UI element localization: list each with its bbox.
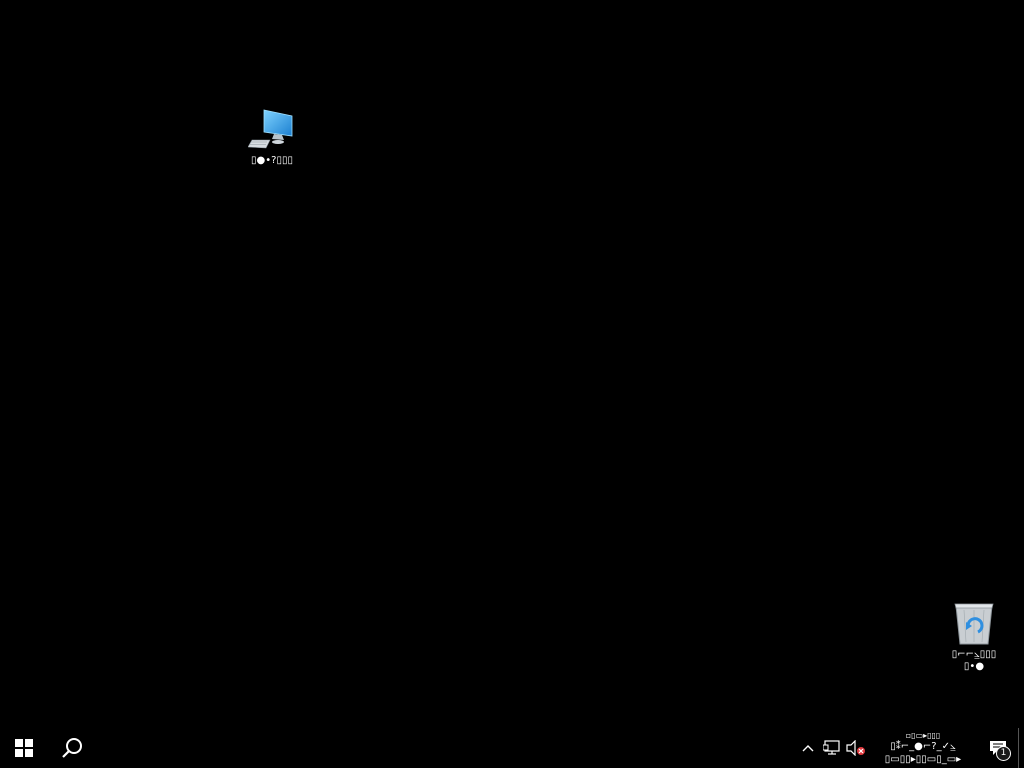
clock[interactable]: ▫▯▭▸▯▯▯ ▯⁑⌐_●⌐?_✓⦥ ▯▭▯▯▸▯▯▭▯_▭▸ bbox=[868, 728, 978, 768]
notification-badge: 1 bbox=[996, 746, 1011, 761]
show-hidden-icons-button[interactable] bbox=[796, 728, 820, 768]
desktop-icon-recycle-bin[interactable]: ▯⌐⌐⦥▯▯▯ ▯•● bbox=[936, 600, 1012, 673]
clock-date: ▯▭▯▯▸▯▯▭▯_▭▸ bbox=[884, 753, 962, 765]
taskbar: ▫▯▭▸▯▯▯ ▯⁑⌐_●⌐?_✓⦥ ▯▭▯▯▸▯▯▭▯_▭▸ 1 bbox=[0, 728, 1024, 768]
clock-top-line: ▫▯▭▸▯▯▯ bbox=[905, 730, 941, 740]
desktop-icon-label: ▯●•?▯▯▯ bbox=[251, 155, 293, 166]
network-button[interactable] bbox=[820, 728, 844, 768]
computer-icon bbox=[248, 106, 296, 154]
clock-time: ▯⁑⌐_●⌐?_✓⦥ bbox=[890, 740, 956, 752]
desktop-icon-this-pc[interactable]: ▯●•?▯▯▯ bbox=[234, 106, 310, 167]
start-button[interactable] bbox=[0, 728, 48, 768]
search-icon bbox=[62, 738, 82, 758]
volume-muted-icon bbox=[846, 740, 865, 756]
system-tray: ▫▯▭▸▯▯▯ ▯⁑⌐_●⌐?_✓⦥ ▯▭▯▯▸▯▯▭▯_▭▸ 1 bbox=[796, 728, 1024, 768]
volume-button[interactable] bbox=[844, 728, 868, 768]
action-center-button[interactable]: 1 bbox=[978, 728, 1018, 768]
desktop-icon-label: ▯⌐⌐⦥▯▯▯ ▯•● bbox=[951, 649, 997, 672]
desktop: ▯●•?▯▯▯ ▯⌐⌐⦥▯▯▯ ▯•● ▫▯▭▸▯▯▯ ▯⁑⌐_●⌐?_✓⦥ ▯… bbox=[0, 0, 1024, 768]
search-button[interactable] bbox=[48, 728, 96, 768]
network-icon bbox=[823, 740, 840, 755]
windows-logo-icon bbox=[15, 739, 33, 757]
chevron-up-icon bbox=[802, 745, 814, 752]
show-desktop-button[interactable] bbox=[1018, 728, 1024, 768]
recycle-bin-icon bbox=[950, 600, 998, 648]
